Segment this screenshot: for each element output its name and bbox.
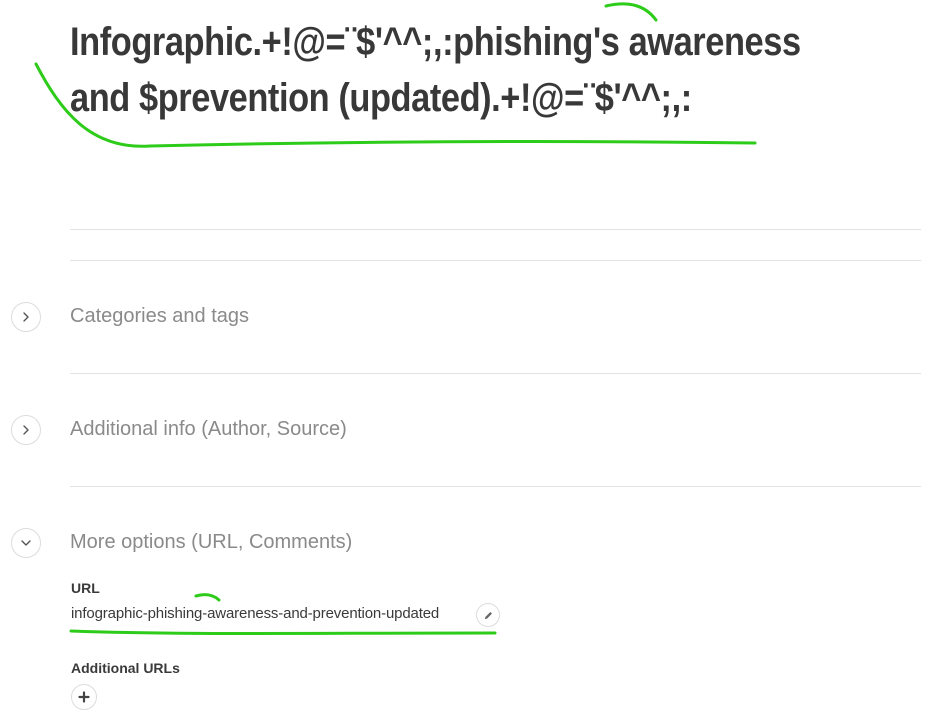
section-label-categories[interactable]: Categories and tags xyxy=(70,305,249,328)
section-label-more-options[interactable]: More options (URL, Comments) xyxy=(70,531,352,554)
section-more-options[interactable]: More options (URL, Comments) xyxy=(0,528,932,568)
plus-icon xyxy=(78,691,90,703)
annotation-stroke xyxy=(69,629,497,635)
url-field-label: URL xyxy=(71,580,100,596)
section-additional-info[interactable]: Additional info (Author, Source) xyxy=(0,415,932,455)
url-slug-value: infographic-phishing-awareness-and-preve… xyxy=(71,605,440,622)
divider xyxy=(70,373,921,374)
page-title[interactable]: Infographic.+!@=¨$'^^;,:phishing's aware… xyxy=(70,14,801,126)
add-url-button[interactable] xyxy=(71,684,97,710)
chevron-down-icon xyxy=(21,540,31,546)
divider xyxy=(70,260,921,261)
collapse-more-options-button[interactable] xyxy=(11,528,41,558)
section-label-additional-info[interactable]: Additional info (Author, Source) xyxy=(70,418,347,441)
edit-url-button[interactable] xyxy=(476,603,500,627)
chevron-right-icon xyxy=(23,312,29,322)
divider xyxy=(70,486,921,487)
section-categories-and-tags[interactable]: Categories and tags xyxy=(0,302,932,342)
annotation-stroke xyxy=(194,593,221,602)
expand-categories-button[interactable] xyxy=(11,302,41,332)
additional-urls-label: Additional URLs xyxy=(71,660,180,676)
divider xyxy=(70,229,921,230)
chevron-right-icon xyxy=(23,425,29,435)
expand-additional-info-button[interactable] xyxy=(11,415,41,445)
pencil-icon xyxy=(484,611,492,619)
